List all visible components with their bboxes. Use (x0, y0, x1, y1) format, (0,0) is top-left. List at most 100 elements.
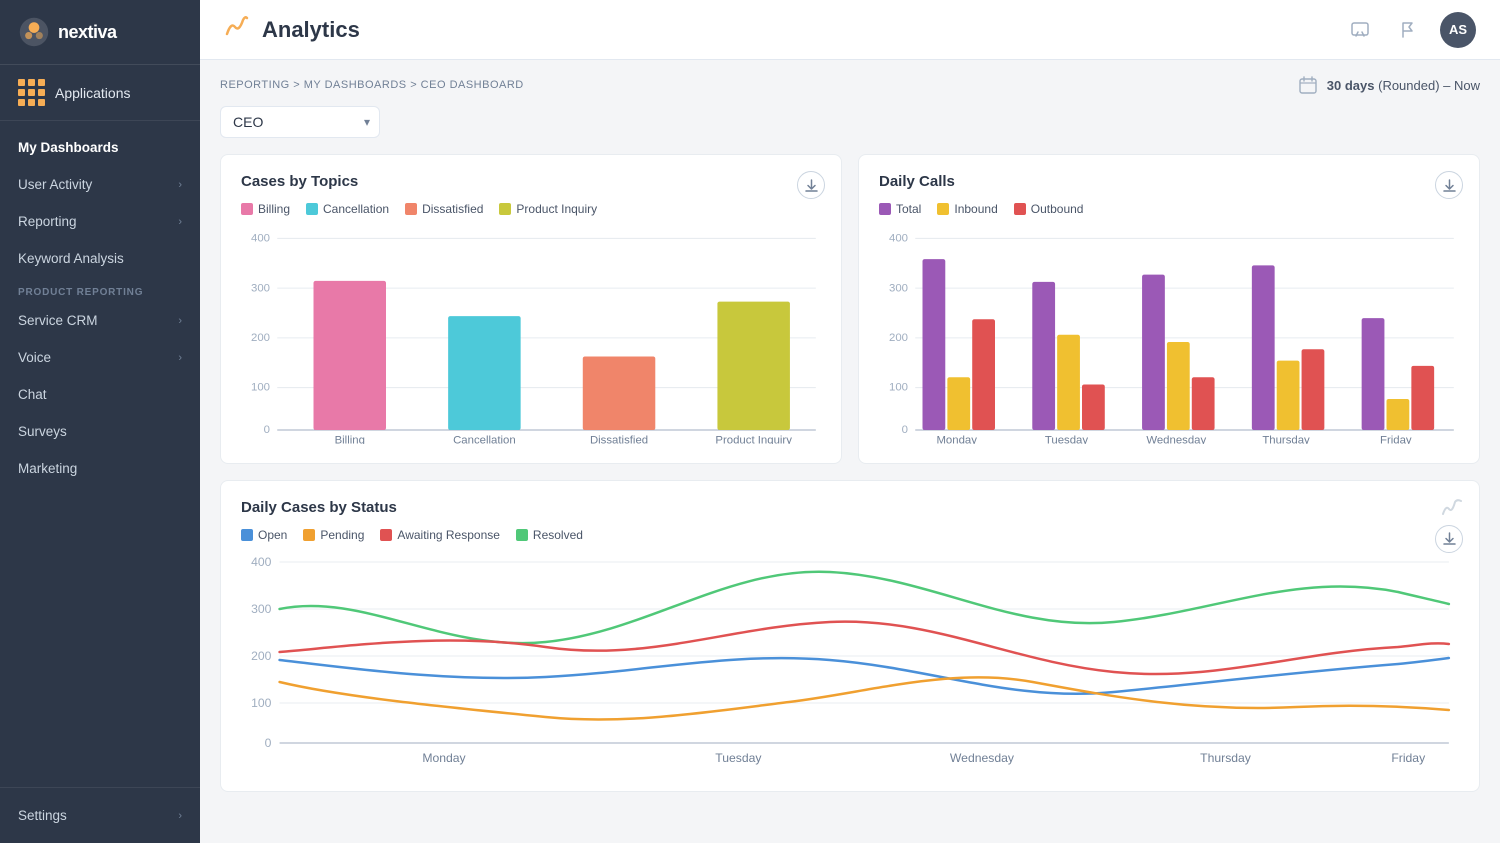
svg-text:300: 300 (889, 282, 908, 294)
sidebar: nextiva Applications My Dashboards User … (0, 0, 200, 843)
legend-dot-cancellation (306, 203, 318, 215)
calls-bar-chart: 400 300 200 100 0 (879, 226, 1459, 444)
svg-text:0: 0 (264, 424, 270, 436)
sidebar-item-label: Surveys (18, 424, 67, 439)
svg-text:Product Inquiry: Product Inquiry (715, 435, 792, 444)
legend-dot-total (879, 203, 891, 215)
sidebar-item-settings[interactable]: Settings › (18, 800, 182, 831)
flag-icon[interactable] (1392, 14, 1424, 46)
legend-cancellation: Cancellation (306, 202, 389, 216)
svg-text:200: 200 (889, 332, 908, 344)
svg-text:100: 100 (251, 382, 270, 394)
sidebar-item-label: Marketing (18, 461, 77, 476)
svg-text:Dissatisfied: Dissatisfied (590, 435, 648, 444)
legend-dot-product-inquiry (499, 203, 511, 215)
date-range-area: 30 days (Rounded) – Now (1299, 76, 1480, 94)
sidebar-item-keyword-analysis[interactable]: Keyword Analysis (0, 240, 200, 277)
app-header: Analytics AS (200, 0, 1500, 60)
svg-text:400: 400 (251, 555, 272, 569)
legend-awaiting: Awaiting Response (380, 528, 500, 542)
chevron-icon: › (178, 216, 182, 228)
svg-text:300: 300 (251, 282, 270, 294)
svg-text:Tuesday: Tuesday (715, 751, 762, 765)
legend-pending: Pending (303, 528, 364, 542)
svg-text:100: 100 (889, 382, 908, 394)
legend-billing: Billing (241, 202, 290, 216)
apps-grid-icon (18, 79, 45, 106)
applications-label: Applications (55, 85, 131, 101)
header-right: AS (1344, 12, 1476, 48)
ceo-select-wrap[interactable]: CEO Manager Director (220, 106, 380, 138)
sidebar-item-label: User Activity (18, 177, 92, 192)
svg-text:Friday: Friday (1391, 751, 1426, 765)
daily-calls-card: Daily Calls Total Inbound Outbou (858, 154, 1480, 464)
legend-dot-open (241, 529, 253, 541)
sidebar-item-label: My Dashboards (18, 140, 119, 155)
calendar-icon (1299, 76, 1317, 94)
calls-legend: Total Inbound Outbound (879, 202, 1459, 216)
sidebar-item-service-crm[interactable]: Service CRM › (0, 302, 200, 339)
cases-by-topics-title: Cases by Topics (241, 173, 821, 190)
svg-text:0: 0 (265, 736, 272, 750)
legend-dot-inbound (937, 203, 949, 215)
download-button[interactable] (1435, 525, 1463, 553)
sidebar-item-label: Chat (18, 387, 47, 402)
chevron-icon: › (178, 352, 182, 364)
sidebar-item-chat[interactable]: Chat (0, 376, 200, 413)
svg-text:Wednesday: Wednesday (1146, 435, 1206, 444)
sidebar-item-user-activity[interactable]: User Activity › (0, 166, 200, 203)
sidebar-item-marketing[interactable]: Marketing (0, 450, 200, 487)
legend-dot-pending (303, 529, 315, 541)
analytics-icon (224, 14, 250, 46)
ceo-select[interactable]: CEO Manager Director (220, 106, 380, 138)
top-charts-row: Cases by Topics Billing Cancellation (220, 154, 1480, 464)
sidebar-item-label: Voice (18, 350, 51, 365)
daily-calls-title: Daily Calls (879, 173, 1459, 190)
sidebar-nav: My Dashboards User Activity › Reporting … (0, 121, 200, 787)
top-bar: REPORTING > MY DASHBOARDS > CEO DASHBOAR… (220, 76, 1480, 94)
legend-dissatisfied: Dissatisfied (405, 202, 483, 216)
date-range-text: 30 days (Rounded) – Now (1327, 78, 1480, 93)
legend-dot-billing (241, 203, 253, 215)
svg-text:300: 300 (251, 602, 272, 616)
dashboard-select-row: CEO Manager Director (220, 106, 1480, 138)
cases-bar-chart: 400 300 200 100 0 (241, 226, 821, 444)
svg-text:Billing: Billing (335, 435, 365, 444)
logo-text: nextiva (58, 22, 117, 43)
sidebar-item-label: Keyword Analysis (18, 251, 124, 266)
daily-cases-card: Daily Cases by Status Open Pending Awai (220, 480, 1480, 792)
svg-text:Cancellation: Cancellation (453, 435, 516, 444)
page-title: Analytics (262, 17, 360, 43)
legend-open: Open (241, 528, 287, 542)
download-button[interactable] (1435, 171, 1463, 199)
svg-text:Thursday: Thursday (1262, 435, 1310, 444)
sidebar-item-surveys[interactable]: Surveys (0, 413, 200, 450)
sidebar-item-my-dashboards[interactable]: My Dashboards (0, 129, 200, 166)
svg-text:400: 400 (889, 233, 908, 245)
sidebar-item-label: Service CRM (18, 313, 98, 328)
nextiva-logo-icon (18, 16, 50, 48)
daily-cases-title: Daily Cases by Status (241, 499, 1459, 516)
download-button[interactable] (797, 171, 825, 199)
legend-resolved: Resolved (516, 528, 583, 542)
legend-dot-outbound (1014, 203, 1026, 215)
cases-status-legend: Open Pending Awaiting Response Resolved (241, 528, 1459, 542)
legend-dot-resolved (516, 529, 528, 541)
svg-text:Thursday: Thursday (1200, 751, 1252, 765)
sidebar-item-reporting[interactable]: Reporting › (0, 203, 200, 240)
applications-menu[interactable]: Applications (0, 65, 200, 121)
line-chart-icon (1441, 497, 1463, 524)
chevron-icon: › (178, 179, 182, 191)
chat-icon[interactable] (1344, 14, 1376, 46)
svg-text:Monday: Monday (422, 751, 466, 765)
product-reporting-section: PRODUCT REPORTING (0, 277, 200, 302)
breadcrumb: REPORTING > MY DASHBOARDS > CEO DASHBOAR… (220, 79, 524, 91)
user-avatar[interactable]: AS (1440, 12, 1476, 48)
header-left: Analytics (224, 14, 360, 46)
cases-legend: Billing Cancellation Dissatisfied Produc… (241, 202, 821, 216)
svg-text:Wednesday: Wednesday (950, 751, 1015, 765)
svg-text:Monday: Monday (936, 435, 977, 444)
cases-by-topics-card: Cases by Topics Billing Cancellation (220, 154, 842, 464)
main-area: Analytics AS REPORTING > MY DASHBOARDS >… (200, 0, 1500, 843)
sidebar-item-voice[interactable]: Voice › (0, 339, 200, 376)
